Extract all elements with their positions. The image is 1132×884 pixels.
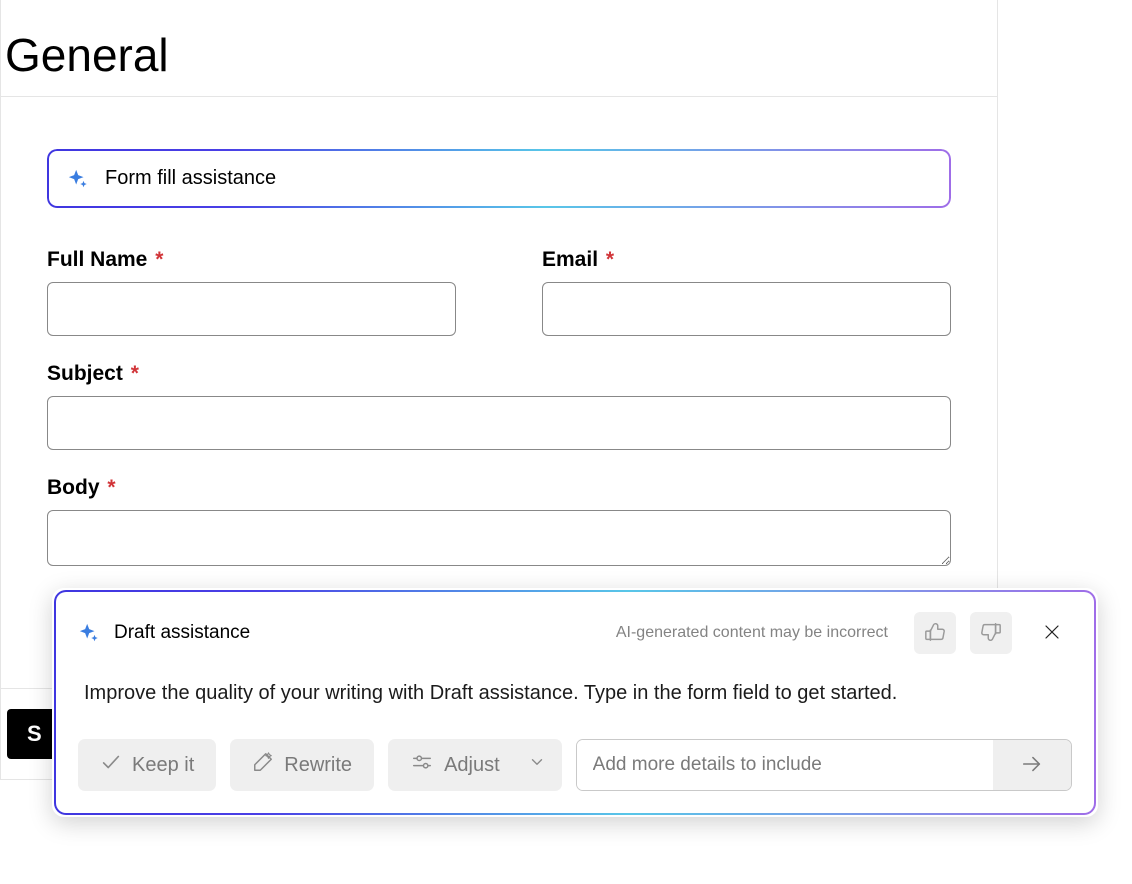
rewrite-icon xyxy=(252,751,274,779)
field-body: Body * xyxy=(47,476,951,571)
check-icon xyxy=(100,751,122,779)
form-fill-assistance-banner[interactable]: Form fill assistance xyxy=(47,149,951,208)
draft-title: Draft assistance xyxy=(114,622,250,644)
thumbs-up-button[interactable] xyxy=(914,612,956,654)
adjust-icon xyxy=(410,751,434,779)
thumbs-down-button[interactable] xyxy=(970,612,1012,654)
thumbs-down-icon xyxy=(980,621,1002,646)
subject-input[interactable] xyxy=(47,396,951,450)
subject-label: Subject * xyxy=(47,362,951,386)
full-name-input[interactable] xyxy=(47,282,456,336)
page-title: General xyxy=(1,0,997,97)
chevron-down-icon xyxy=(528,753,546,777)
field-subject: Subject * xyxy=(47,362,951,450)
keep-it-label: Keep it xyxy=(132,754,194,777)
draft-assistance-popup: Draft assistance AI-generated content ma… xyxy=(52,588,1098,817)
sparkle-icon xyxy=(67,168,89,190)
draft-header: Draft assistance AI-generated content ma… xyxy=(78,612,1072,654)
sparkle-icon xyxy=(78,622,100,644)
send-button[interactable] xyxy=(993,740,1071,790)
form-fill-assistance-label: Form fill assistance xyxy=(105,167,276,190)
thumbs-up-icon xyxy=(924,621,946,646)
body-label-text: Body xyxy=(47,476,100,499)
add-details-input[interactable] xyxy=(577,740,993,790)
required-marker: * xyxy=(155,248,163,271)
required-marker: * xyxy=(606,248,614,271)
draft-description: Improve the quality of your writing with… xyxy=(84,682,1072,705)
required-marker: * xyxy=(107,476,115,499)
subject-label-text: Subject xyxy=(47,362,123,385)
adjust-label: Adjust xyxy=(444,754,500,777)
full-name-label-text: Full Name xyxy=(47,248,147,271)
form-area: Form fill assistance Full Name * Email * xyxy=(1,97,997,571)
email-label-text: Email xyxy=(542,248,598,271)
keep-it-button[interactable]: Keep it xyxy=(78,739,216,791)
body-label: Body * xyxy=(47,476,951,500)
adjust-button[interactable]: Adjust xyxy=(388,739,562,791)
required-marker: * xyxy=(131,362,139,385)
draft-disclaimer: AI-generated content may be incorrect xyxy=(616,624,888,642)
email-label: Email * xyxy=(542,248,951,272)
close-button[interactable] xyxy=(1032,613,1072,653)
email-input[interactable] xyxy=(542,282,951,336)
form-row-name-email: Full Name * Email * xyxy=(47,248,951,362)
field-email: Email * xyxy=(542,248,951,336)
rewrite-button[interactable]: Rewrite xyxy=(230,739,374,791)
rewrite-label: Rewrite xyxy=(284,754,352,777)
full-name-label: Full Name * xyxy=(47,248,456,272)
send-arrow-icon xyxy=(1019,753,1045,778)
body-input[interactable] xyxy=(47,510,951,566)
close-icon xyxy=(1043,623,1061,644)
detail-input-wrap xyxy=(576,739,1072,791)
field-full-name: Full Name * xyxy=(47,248,456,336)
draft-actions: Keep it Rewrite xyxy=(78,739,1072,791)
